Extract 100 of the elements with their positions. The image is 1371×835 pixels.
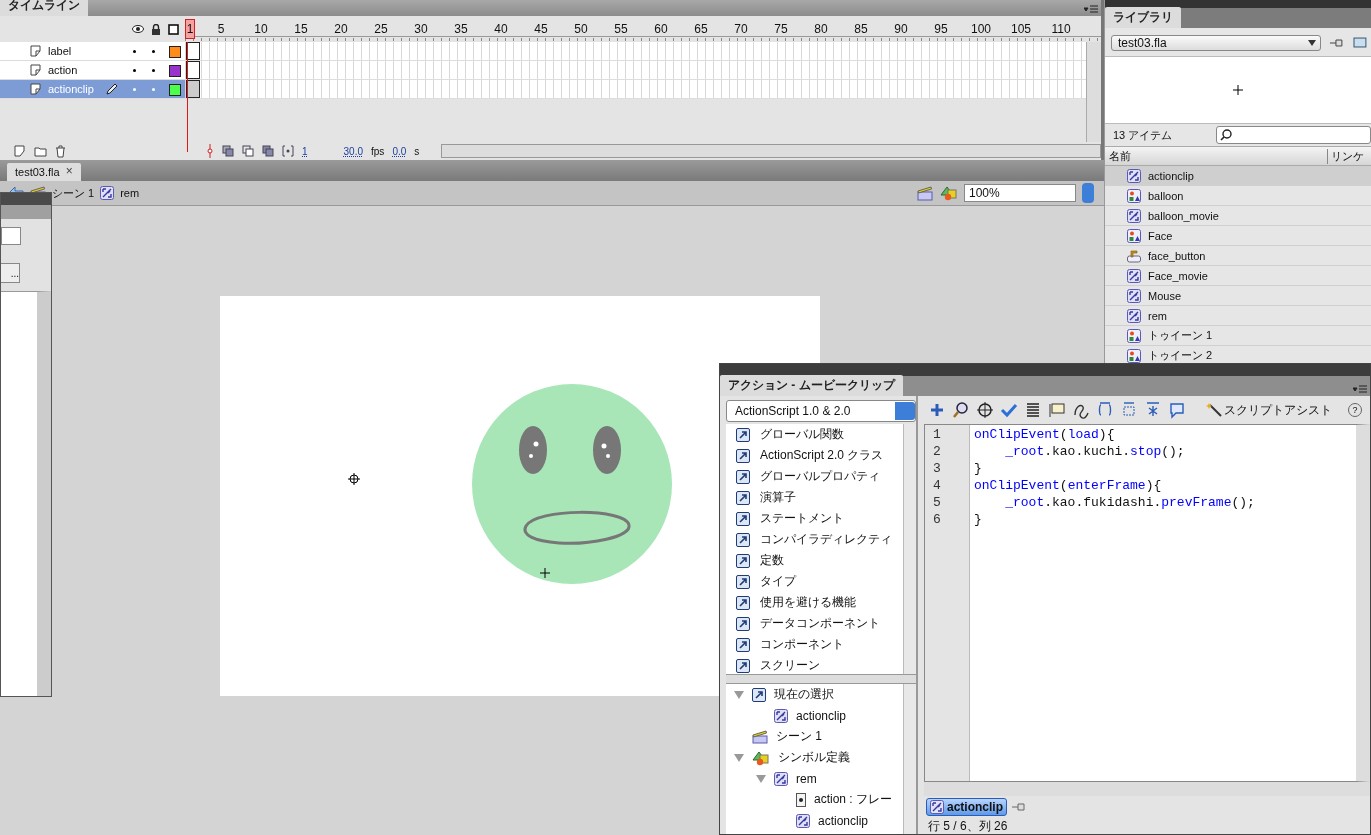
keyframe-marker[interactable] bbox=[186, 80, 200, 98]
onion-markers-icon[interactable] bbox=[282, 145, 294, 157]
toolbox-item[interactable]: データコンポーネント bbox=[760, 615, 880, 632]
frame-number: 85 bbox=[853, 22, 869, 36]
script-assist-button[interactable]: スクリプトアシスト bbox=[1206, 401, 1332, 419]
toolbox-item[interactable]: コンパイラディレクティ bbox=[760, 531, 892, 548]
frame-rate[interactable]: 30.0 bbox=[343, 145, 364, 157]
tree-item[interactable]: actionclip bbox=[818, 813, 869, 828]
visibility-dot[interactable] bbox=[133, 69, 136, 72]
target-icon[interactable] bbox=[976, 401, 994, 419]
keyframe-marker[interactable] bbox=[186, 42, 200, 60]
toolbox-item[interactable]: スクリーン bbox=[760, 657, 820, 674]
library-item[interactable]: actionclip bbox=[1105, 166, 1371, 186]
pin-icon[interactable] bbox=[1329, 37, 1346, 49]
search-field[interactable] bbox=[1216, 126, 1371, 144]
document-dropdown[interactable]: test03.fla bbox=[1111, 35, 1322, 51]
toolbox-item[interactable]: 演算子 bbox=[760, 489, 796, 506]
layer-row[interactable]: action bbox=[0, 61, 185, 80]
vertical-scrollbar[interactable] bbox=[903, 684, 916, 834]
current-frame[interactable]: 1 bbox=[302, 145, 308, 157]
menu-icon[interactable] bbox=[1084, 5, 1098, 13]
format-icon[interactable] bbox=[1024, 401, 1042, 419]
lock-dot[interactable] bbox=[152, 88, 155, 91]
document-tab[interactable]: test03.fla × bbox=[7, 163, 81, 181]
new-layer-icon[interactable] bbox=[14, 145, 26, 157]
layer-color-swatch[interactable] bbox=[169, 84, 181, 96]
breadcrumb-item[interactable]: シーン 1 bbox=[52, 185, 95, 201]
layer-color-swatch[interactable] bbox=[169, 65, 181, 77]
lock-dot[interactable] bbox=[152, 50, 155, 53]
expanded-triangle-icon[interactable] bbox=[734, 753, 744, 762]
browse-button[interactable]: ... bbox=[1, 263, 20, 283]
new-library-panel-icon[interactable] bbox=[1353, 37, 1367, 49]
library-item[interactable]: balloon bbox=[1105, 186, 1371, 206]
elapsed-time[interactable]: 0.0 bbox=[392, 145, 407, 157]
expanded-triangle-icon[interactable] bbox=[756, 774, 766, 783]
add-icon[interactable] bbox=[928, 401, 946, 419]
outline-icon[interactable] bbox=[168, 23, 179, 35]
toolbox-item[interactable]: コンポーネント bbox=[760, 636, 844, 653]
text-field[interactable] bbox=[1, 227, 21, 245]
actions-tab[interactable]: アクション - ムービークリップ bbox=[720, 375, 903, 396]
close-icon[interactable]: × bbox=[65, 166, 73, 178]
onion-skin-icon[interactable] bbox=[222, 145, 234, 157]
vertical-scrollbar[interactable] bbox=[1086, 42, 1101, 142]
column-header[interactable]: 名前 bbox=[1109, 148, 1327, 164]
playhead-icon[interactable] bbox=[206, 144, 214, 158]
library-item[interactable]: Face_movie bbox=[1105, 266, 1371, 286]
toolbox-item[interactable]: グローバル関数 bbox=[760, 426, 844, 443]
folder-icon[interactable] bbox=[34, 145, 47, 157]
script-tab[interactable]: actionclip bbox=[926, 798, 1007, 816]
comment-icon[interactable] bbox=[1168, 401, 1186, 419]
clapperboard-icon[interactable] bbox=[916, 185, 934, 201]
library-tab[interactable]: ライブラリ bbox=[1105, 7, 1181, 28]
library-item[interactable]: balloon_movie bbox=[1105, 206, 1371, 226]
toolbox-item[interactable]: ステートメント bbox=[760, 510, 844, 527]
tree-item[interactable]: シンボル定義 bbox=[778, 749, 850, 766]
library-item[interactable]: Face bbox=[1105, 226, 1371, 246]
toolbox-item[interactable]: グローバルプロパティ bbox=[760, 468, 880, 485]
lock-icon[interactable] bbox=[151, 23, 161, 35]
expanded-triangle-icon[interactable] bbox=[734, 690, 744, 699]
tree-item[interactable]: rem bbox=[796, 771, 817, 786]
button-symbol-icon bbox=[1127, 248, 1141, 263]
tree-item[interactable]: シーン 1 bbox=[776, 728, 822, 745]
zoom-field[interactable]: 100% bbox=[964, 184, 1076, 202]
library-item[interactable]: Mouse bbox=[1105, 286, 1371, 306]
shapes-icon[interactable] bbox=[940, 185, 958, 201]
tree-item[interactable]: action : フレー bbox=[814, 791, 893, 808]
toolbox-item[interactable]: 定数 bbox=[760, 552, 784, 569]
keyframe-marker[interactable] bbox=[186, 61, 200, 79]
search-icon[interactable] bbox=[952, 401, 970, 419]
library-item[interactable]: トゥイーン 1 bbox=[1105, 326, 1371, 346]
visibility-dot[interactable] bbox=[133, 88, 136, 91]
eye-icon[interactable] bbox=[132, 24, 144, 34]
timeline-tab[interactable]: タイムライン bbox=[0, 0, 88, 16]
edit-multiple-frames-icon[interactable] bbox=[262, 145, 274, 157]
collapse-between-braces-icon[interactable] bbox=[1096, 401, 1114, 419]
toolbox-item[interactable]: タイプ bbox=[760, 573, 796, 590]
expand-all-icon[interactable] bbox=[1144, 401, 1162, 419]
layer-row[interactable]: label bbox=[0, 42, 185, 61]
toolbox-item[interactable]: ActionScript 2.0 クラス bbox=[760, 447, 884, 464]
column-header[interactable]: リンケ bbox=[1327, 148, 1371, 164]
horizontal-scrollbar[interactable] bbox=[441, 144, 1101, 158]
language-dropdown[interactable]: ActionScript 1.0 & 2.0 bbox=[726, 400, 916, 422]
library-item[interactable]: rem bbox=[1105, 306, 1371, 326]
lock-dot[interactable] bbox=[152, 69, 155, 72]
toolbox-item[interactable]: 使用を避ける機能 bbox=[760, 594, 856, 611]
trash-icon[interactable] bbox=[55, 144, 66, 158]
breadcrumb-item[interactable]: rem bbox=[120, 187, 140, 199]
menu-icon[interactable] bbox=[1353, 385, 1367, 393]
layer-color-swatch[interactable] bbox=[169, 46, 181, 58]
check-icon[interactable] bbox=[1000, 401, 1018, 419]
pin-icon[interactable] bbox=[1011, 801, 1027, 813]
visibility-dot[interactable] bbox=[133, 50, 136, 53]
vertical-scrollbar[interactable] bbox=[903, 424, 916, 674]
code-hint-icon[interactable] bbox=[1048, 401, 1066, 419]
tree-item[interactable]: 現在の選択 bbox=[774, 686, 834, 703]
tree-item[interactable]: actionclip bbox=[796, 708, 847, 723]
script-editor[interactable]: 1 2 3 4 5 6 onClipEvent(load){ _root.kao.kuchi.stop(); } onClipEvent(enterFrame){ _root.kao.fukidashi.prevFrame(); } bbox=[924, 424, 1370, 782]
horizontal-scrollbar[interactable] bbox=[924, 782, 1370, 796]
onion-outline-icon[interactable] bbox=[242, 145, 254, 157]
collapse-selection-icon[interactable] bbox=[1120, 401, 1138, 419]
